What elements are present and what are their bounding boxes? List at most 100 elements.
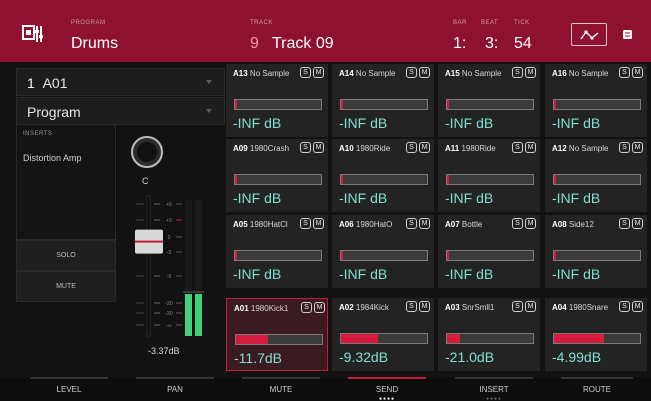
pad-a06[interactable]: A06 1980HatO S M -INF dB [332, 215, 434, 288]
tab-send[interactable]: SEND ●●●● [334, 377, 440, 401]
pad-a04[interactable]: A04 1980Snare S M -4.99dB [545, 298, 647, 371]
pad-mute-button[interactable]: M [419, 218, 430, 229]
volume-fader[interactable]: +6 +3 0 -3 -9 -20 -30 -∞ [132, 192, 225, 342]
pad-solo-button[interactable]: S [512, 218, 523, 229]
solo-label: SOLO [56, 252, 76, 259]
pad-solo-button[interactable]: S [619, 67, 630, 78]
pad-a03[interactable]: A03 SnrSmll1 S M -21.0dB [438, 298, 540, 371]
pad-a07[interactable]: A07 Bottle S M -INF dB [438, 215, 540, 288]
pad-label: A15 No Sample [445, 69, 509, 78]
pad-select-name: A01 [42, 75, 68, 91]
pad-position: A13 [233, 69, 248, 78]
pad-a01[interactable]: A01 1980Kick1 S M -11.7dB [226, 298, 328, 371]
pad-a13[interactable]: A13 No Sample S M -INF dB [226, 64, 328, 137]
pad-mute-button[interactable]: M [314, 302, 325, 313]
tab-label: PAN [167, 385, 183, 394]
pad-select[interactable]: 1 A01 [16, 68, 225, 96]
send-level-bar[interactable] [340, 99, 428, 110]
automation-button[interactable] [571, 23, 607, 46]
send-level-bar[interactable] [340, 174, 428, 185]
pad-mute-button[interactable]: M [419, 301, 430, 312]
pad-a02[interactable]: A02 1984Kick S M -9.32dB [332, 298, 434, 371]
send-level-bar[interactable] [234, 250, 322, 261]
pad-solo-button[interactable]: S [619, 218, 630, 229]
pad-a15[interactable]: A15 No Sample S M -INF dB [438, 64, 540, 137]
tab-insert[interactable]: INSERT ●●●● [441, 377, 547, 401]
pad-mute-button[interactable]: M [525, 142, 536, 153]
pad-a05[interactable]: A05 1980HatCl S M -INF dB [226, 215, 328, 288]
send-level-value: -INF dB [339, 266, 388, 282]
send-level-bar[interactable] [340, 333, 428, 344]
pad-mute-button[interactable]: M [313, 218, 324, 229]
menu-icon[interactable] [622, 29, 633, 40]
send-level-bar[interactable] [446, 333, 534, 344]
send-level-bar[interactable] [446, 250, 534, 261]
tab-level[interactable]: LEVEL [16, 377, 122, 401]
send-level-bar[interactable] [446, 99, 534, 110]
pad-solo-button[interactable]: S [300, 218, 311, 229]
solo-button[interactable]: SOLO [16, 240, 116, 271]
pad-a11[interactable]: A11 1980Ride S M -INF dB [438, 139, 540, 212]
send-level-bar[interactable] [234, 174, 322, 185]
pad-solo-button[interactable]: S [406, 142, 417, 153]
pad-solo-button[interactable]: S [301, 302, 312, 313]
mute-button[interactable]: MUTE [16, 271, 116, 302]
pad-mute-button[interactable]: M [313, 142, 324, 153]
pad-solo-button[interactable]: S [512, 301, 523, 312]
program-name[interactable]: Drums [71, 35, 118, 53]
pad-a09[interactable]: A09 1980Crash S M -INF dB [226, 139, 328, 212]
pad-solo-button[interactable]: S [512, 67, 523, 78]
send-level-bar[interactable] [553, 333, 641, 344]
pad-position: A15 [445, 69, 460, 78]
pad-solo-button[interactable]: S [512, 142, 523, 153]
send-level-bar[interactable] [446, 174, 534, 185]
pad-a08[interactable]: A08 Side12 S M -INF dB [545, 215, 647, 288]
pad-sample-name: 1980Kick1 [248, 304, 289, 313]
send-level-bar[interactable] [340, 250, 428, 261]
pad-mute-button[interactable]: M [525, 301, 536, 312]
pad-mute-button[interactable]: M [313, 67, 324, 78]
send-level-bar[interactable] [553, 174, 641, 185]
program-edit-icon[interactable] [22, 24, 44, 44]
inserts-panel[interactable]: INSERTS Distortion Amp [16, 124, 116, 240]
pad-a14[interactable]: A14 No Sample S M -INF dB [332, 64, 434, 137]
pad-mute-button[interactable]: M [632, 301, 643, 312]
pad-mute-button[interactable]: M [525, 67, 536, 78]
pad-position: A09 [233, 144, 248, 153]
send-level-bar[interactable] [234, 99, 322, 110]
tab-pan[interactable]: PAN [122, 377, 228, 401]
tab-indicator [30, 377, 108, 379]
tab-route[interactable]: ROUTE [547, 377, 647, 401]
mute-label: MUTE [56, 283, 76, 290]
pad-solo-button[interactable]: S [619, 142, 630, 153]
pad-mute-button[interactable]: M [419, 67, 430, 78]
pad-a16[interactable]: A16 No Sample S M -INF dB [545, 64, 647, 137]
pad-mute-button[interactable]: M [632, 142, 643, 153]
pad-solo-button[interactable]: S [300, 142, 311, 153]
pad-mute-button[interactable]: M [419, 142, 430, 153]
send-level-bar[interactable] [553, 250, 641, 261]
pad-mute-button[interactable]: M [632, 218, 643, 229]
pad-position: A04 [552, 303, 567, 312]
send-level-bar[interactable] [553, 99, 641, 110]
pad-label: A06 1980HatO [339, 220, 403, 229]
track-name[interactable]: Track 09 [272, 35, 334, 53]
pan-knob[interactable] [131, 136, 163, 168]
fader-handle[interactable] [135, 229, 163, 254]
pad-mute-button[interactable]: M [525, 218, 536, 229]
pad-a12[interactable]: A12 No Sample S M -INF dB [545, 139, 647, 212]
pad-solo-button[interactable]: S [406, 67, 417, 78]
pad-mute-button[interactable]: M [632, 67, 643, 78]
mode-select[interactable]: Program [16, 97, 225, 125]
channel-strip: 1 A01 Program INSERTS Distortion Amp C S… [16, 66, 225, 371]
pad-sample-name: No Sample [459, 69, 502, 78]
pad-solo-button[interactable]: S [406, 218, 417, 229]
send-level-bar[interactable] [235, 334, 323, 345]
pad-solo-button[interactable]: S [300, 67, 311, 78]
pad-solo-button[interactable]: S [619, 301, 630, 312]
pad-a10[interactable]: A10 1980Ride S M -INF dB [332, 139, 434, 212]
track-number: 9 [250, 35, 259, 52]
pad-label: A16 No Sample [552, 69, 616, 78]
pad-solo-button[interactable]: S [406, 301, 417, 312]
tab-mute[interactable]: MUTE [228, 377, 334, 401]
